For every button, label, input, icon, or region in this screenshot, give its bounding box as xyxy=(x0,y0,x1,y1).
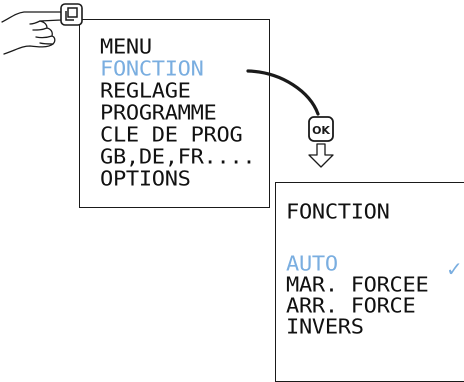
diagram-overlay: OK xyxy=(1,3,334,168)
menu-key-icon[interactable] xyxy=(60,3,83,26)
ok-key-label: OK xyxy=(312,124,330,137)
curved-arrow-icon xyxy=(246,69,320,116)
pressing-hand-icon xyxy=(1,11,65,55)
ok-key-icon[interactable]: OK xyxy=(308,116,334,142)
down-arrow-icon xyxy=(308,143,334,168)
